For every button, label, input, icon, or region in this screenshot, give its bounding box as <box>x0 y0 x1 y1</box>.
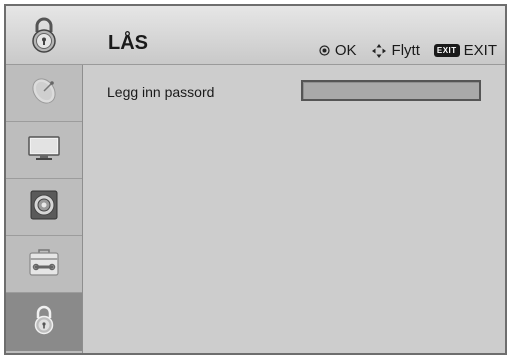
sidebar-item-picture[interactable] <box>6 122 82 179</box>
page-title: LÅS <box>108 32 148 54</box>
lock-icon <box>6 6 82 64</box>
move-hint-label: Flytt <box>391 42 420 59</box>
tv-screen-icon <box>27 135 61 166</box>
toolbox-icon <box>28 247 60 282</box>
lock-menu-window: LÅS OK Flytt EXIT EXIT Legg inn passord <box>4 4 507 355</box>
ok-hint-label: OK <box>334 42 357 59</box>
satellite-dish-icon <box>29 76 59 111</box>
sidebar-item-channel[interactable] <box>6 65 82 122</box>
exit-hint: EXIT EXIT <box>433 42 497 59</box>
move-arrows-icon <box>371 43 387 59</box>
exit-key-icon: EXIT <box>433 44 460 57</box>
key-hints: OK Flytt EXIT EXIT <box>305 42 497 59</box>
menu-header: LÅS OK Flytt EXIT EXIT <box>6 6 505 65</box>
category-sidebar <box>6 65 83 353</box>
ok-circle-icon <box>319 45 330 56</box>
sidebar-item-setup[interactable] <box>6 236 82 293</box>
exit-hint-label: EXIT <box>463 42 497 59</box>
move-hint: Flytt <box>371 42 420 59</box>
ok-hint: OK <box>319 42 357 59</box>
speaker-icon <box>29 189 59 226</box>
sidebar-item-audio[interactable] <box>6 179 82 236</box>
lock-content: Legg inn passord <box>83 65 505 353</box>
password-label: Legg inn passord <box>107 84 215 100</box>
password-input[interactable] <box>301 80 481 101</box>
sidebar-item-lock[interactable] <box>6 293 82 351</box>
lock-icon <box>33 305 55 340</box>
